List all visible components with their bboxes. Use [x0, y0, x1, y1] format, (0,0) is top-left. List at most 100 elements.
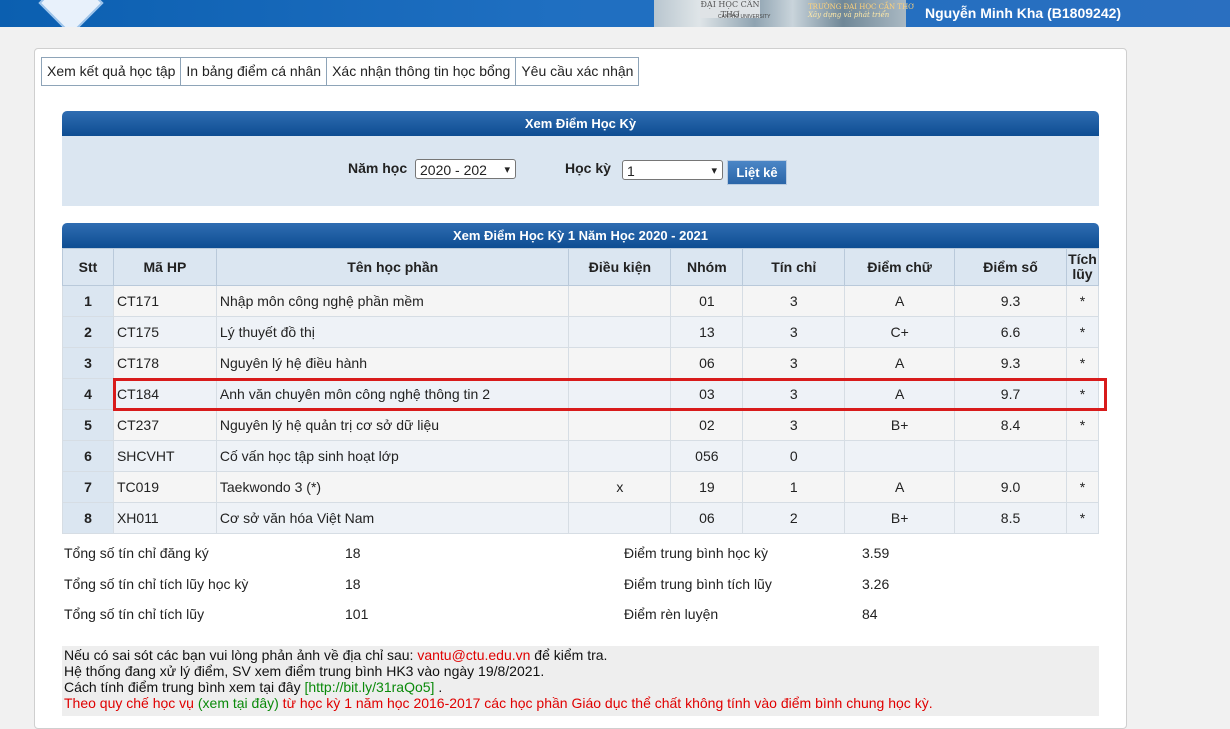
- note-processing: Hệ thống đang xử lý điểm, SV xem điểm tr…: [64, 663, 545, 679]
- gpa-method-link[interactable]: [http://bit.ly/31raQo5]: [304, 679, 434, 695]
- grades-table: Stt Mã HP Tên học phần Điều kiện Nhóm Tí…: [62, 248, 1100, 534]
- row-condition: [568, 502, 672, 534]
- tab-print-transcript[interactable]: In bảng điểm cá nhân: [180, 57, 328, 86]
- user-name[interactable]: Nguyễn Minh Kha (B1809242): [925, 5, 1121, 21]
- row-condition: [568, 285, 672, 317]
- year-select-value: 2020 - 202: [420, 162, 487, 178]
- school-logo: TRƯỜNG ĐẠI HỌC CẦN THƠ Xây dựng và phát …: [808, 3, 914, 19]
- row-accum: [1065, 440, 1100, 472]
- col-header-letter: Điểm chữ: [844, 248, 956, 286]
- row-name: Cơ sở văn hóa Việt Nam: [215, 502, 570, 534]
- row-group: 056: [670, 440, 744, 472]
- table-row: 1 CT171 Nhập môn công nghệ phần mềm 01 3…: [62, 285, 1100, 317]
- notes-section: Nếu có sai sót các bạn vui lòng phản ảnh…: [62, 646, 1099, 716]
- row-condition: x: [568, 471, 672, 503]
- semester-select[interactable]: 1 ▾: [622, 160, 723, 180]
- row-stt: 2: [62, 316, 114, 348]
- accum-gpa-value: 3.26: [862, 576, 890, 592]
- results-header: Xem Điểm Học Kỳ 1 Năm Học 2020 - 2021: [62, 223, 1099, 248]
- row-stt: 8: [62, 502, 114, 534]
- row-code: XH011: [112, 502, 217, 534]
- filter-header: Xem Điểm Học Kỳ: [62, 111, 1099, 136]
- row-accum: *: [1065, 285, 1100, 317]
- row-stt: 1: [62, 285, 114, 317]
- regulation-link[interactable]: (xem tại đây): [198, 695, 279, 711]
- accum-gpa-label: Điểm trung bình tích lũy: [624, 576, 772, 592]
- school-slogan: Xây dựng và phát triển: [808, 11, 890, 19]
- col-header-code: Mã HP: [112, 248, 217, 286]
- total-accum-credits-value: 101: [345, 606, 369, 622]
- year-select[interactable]: 2020 - 202 ▾: [415, 159, 516, 179]
- row-letter: A: [844, 285, 956, 317]
- row-score: 6.6: [954, 316, 1067, 348]
- row-name: Nguyên lý hệ điều hành: [215, 347, 570, 379]
- year-label: Năm học: [348, 160, 408, 176]
- table-row: 4 CT184 Anh văn chuyên môn công nghệ thô…: [62, 378, 1100, 410]
- row-credits: 2: [742, 502, 846, 534]
- row-group: 06: [670, 502, 744, 534]
- row-score: [954, 440, 1067, 472]
- col-header-accum: Tích lũy: [1065, 248, 1100, 286]
- row-code: CT184: [112, 378, 217, 410]
- row-group: 01: [670, 285, 744, 317]
- semester-label: Học kỳ: [565, 160, 611, 176]
- note-contact-suffix: để kiểm tra.: [530, 647, 608, 663]
- note-gpa-suffix: .: [434, 679, 443, 695]
- row-accum: *: [1065, 378, 1100, 410]
- row-name: Nhập môn công nghệ phần mềm: [215, 285, 570, 317]
- row-group: 19: [670, 471, 744, 503]
- top-banner: ĐẠI HỌC CẦN THƠ CANTHO UNIVERSITY TRƯỜNG…: [0, 0, 1230, 27]
- row-group: 02: [670, 409, 744, 441]
- contact-email-link[interactable]: vantu@ctu.edu.vn: [417, 647, 530, 663]
- row-code: TC019: [112, 471, 217, 503]
- row-name: Cố vấn học tập sinh hoạt lớp: [215, 440, 570, 472]
- school-name: TRƯỜNG ĐẠI HỌC CẦN THƠ: [808, 3, 914, 11]
- tab-bar: Xem kết quả học tập In bảng điểm cá nhân…: [41, 57, 640, 86]
- conduct-score-label: Điểm rèn luyện: [624, 606, 719, 622]
- col-header-condition: Điều kiện: [568, 248, 672, 286]
- row-stt: 7: [62, 471, 114, 503]
- note-regulation: Theo quy chế học vụ (xem tại đây) từ học…: [64, 695, 933, 711]
- row-credits: 3: [742, 347, 846, 379]
- note-gpa-text: Cách tính điểm trung bình xem tại đây: [64, 679, 305, 695]
- row-accum: *: [1065, 409, 1100, 441]
- row-condition: [568, 316, 672, 348]
- row-condition: [568, 378, 672, 410]
- table-row: 6 SHCVHT Cố vấn học tập sinh hoạt lớp 05…: [62, 440, 1100, 472]
- semester-accum-credits-label: Tổng số tín chỉ tích lũy học kỳ: [64, 576, 249, 592]
- row-code: CT171: [112, 285, 217, 317]
- row-group: 03: [670, 378, 744, 410]
- row-credits: 3: [742, 285, 846, 317]
- row-stt: 3: [62, 347, 114, 379]
- note-contact-text: Nếu có sai sót các bạn vui lòng phản ảnh…: [64, 647, 418, 663]
- row-credits: 3: [742, 378, 846, 410]
- row-score: 9.0: [954, 471, 1067, 503]
- row-score: 9.7: [954, 378, 1067, 410]
- row-letter: B+: [844, 409, 956, 441]
- registered-credits-value: 18: [345, 545, 361, 561]
- row-accum: *: [1065, 347, 1100, 379]
- row-condition: [568, 409, 672, 441]
- list-button[interactable]: Liệt kê: [727, 160, 787, 185]
- summary-section: Tổng số tín chỉ đăng ký 18 Tổng số tín c…: [62, 538, 1099, 628]
- tab-confirmation-request[interactable]: Yêu cầu xác nhận: [515, 57, 640, 86]
- row-name: Lý thuyết đồ thị: [215, 316, 570, 348]
- row-name: Anh văn chuyên môn công nghệ thông tin 2: [215, 378, 570, 410]
- row-condition: [568, 347, 672, 379]
- grades-body: 1 CT171 Nhập môn công nghệ phần mềm 01 3…: [62, 285, 1100, 534]
- semester-gpa-value: 3.59: [862, 545, 890, 561]
- row-stt: 5: [62, 409, 114, 441]
- row-credits: 1: [742, 471, 846, 503]
- row-score: 8.4: [954, 409, 1067, 441]
- tab-view-results[interactable]: Xem kết quả học tập: [41, 57, 182, 86]
- conduct-score-value: 84: [862, 606, 878, 622]
- table-row: 7 TC019 Taekwondo 3 (*) x 19 1 A 9.0 *: [62, 471, 1100, 503]
- table-row: 5 CT237 Nguyên lý hệ quản trị cơ sở dữ l…: [62, 409, 1100, 441]
- total-accum-credits-label: Tổng số tín chỉ tích lũy: [64, 606, 205, 622]
- col-header-credits: Tín chỉ: [742, 248, 846, 286]
- tab-scholarship-info[interactable]: Xác nhận thông tin học bổng: [326, 57, 517, 86]
- row-letter: A: [844, 471, 956, 503]
- col-header-group: Nhóm: [670, 248, 744, 286]
- table-row: 8 XH011 Cơ sở văn hóa Việt Nam 06 2 B+ 8…: [62, 502, 1100, 534]
- row-letter: A: [844, 378, 956, 410]
